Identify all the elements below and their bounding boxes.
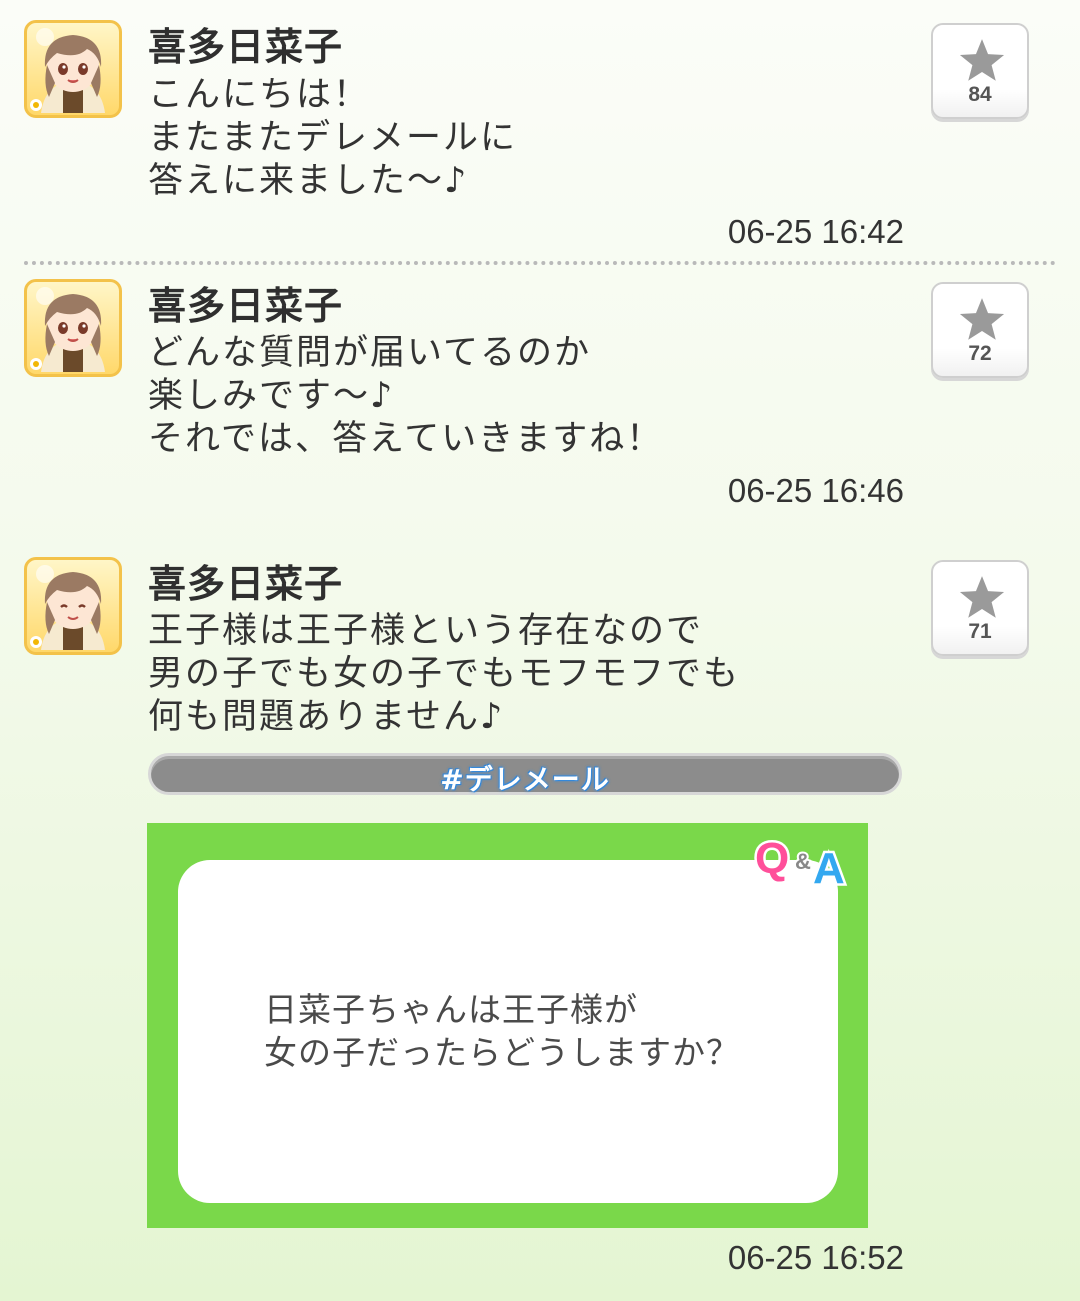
hashtag-button[interactable]: #デレメール [148,753,902,796]
timestamp: 06-25 16:46 [727,472,904,509]
author-name: 喜多日菜子 [148,284,344,328]
favorite-count: 72 [968,342,992,365]
character-avatar-icon [30,565,105,650]
avatar[interactable] [24,279,122,377]
divider [24,261,1056,265]
qa-image[interactable]: 日菜子ちゃんは王子様が 女の子だったらどうしますか？ Q & A [147,823,868,1228]
qa-logo-icon: Q & A [753,832,848,892]
star-icon [959,39,1005,81]
character-avatar-icon [30,28,105,113]
qa-question-panel: 日菜子ちゃんは王子様が 女の子だったらどうしますか？ [178,860,838,1203]
svg-text:Q: Q [755,834,789,883]
author-name: 喜多日菜子 [148,25,344,69]
message-text: 王子様は王子様という存在なので 男の子でも女の子でもモフモフでも 何も問題ありま… [148,611,741,737]
favorite-button[interactable]: 72 [931,282,1029,378]
timestamp: 06-25 16:52 [727,1239,904,1276]
message-text: こんにちは！ またまたデレメールに 答えに来ました～♪ [148,75,517,201]
favorite-button[interactable]: 71 [931,560,1029,656]
author-name: 喜多日菜子 [148,562,344,606]
svg-text:A: A [813,844,845,891]
timestamp: 06-25 16:42 [727,213,904,250]
avatar[interactable] [24,20,122,118]
star-icon [959,576,1005,618]
character-avatar-icon [30,287,105,372]
favorite-count: 84 [968,83,992,106]
message-text: どんな質問が届いてるのか 楽しみです～♪ それでは、答えていきますね！ [148,333,664,459]
svg-text:&: & [795,849,811,874]
qa-question-text: 日菜子ちゃんは王子様が 女の子だったらどうしますか？ [264,990,740,1072]
favorite-button[interactable]: 84 [931,23,1029,119]
star-icon [959,298,1005,340]
avatar[interactable] [24,557,122,655]
hashtag-label: #デレメール [440,763,610,796]
favorite-count: 71 [968,620,992,643]
